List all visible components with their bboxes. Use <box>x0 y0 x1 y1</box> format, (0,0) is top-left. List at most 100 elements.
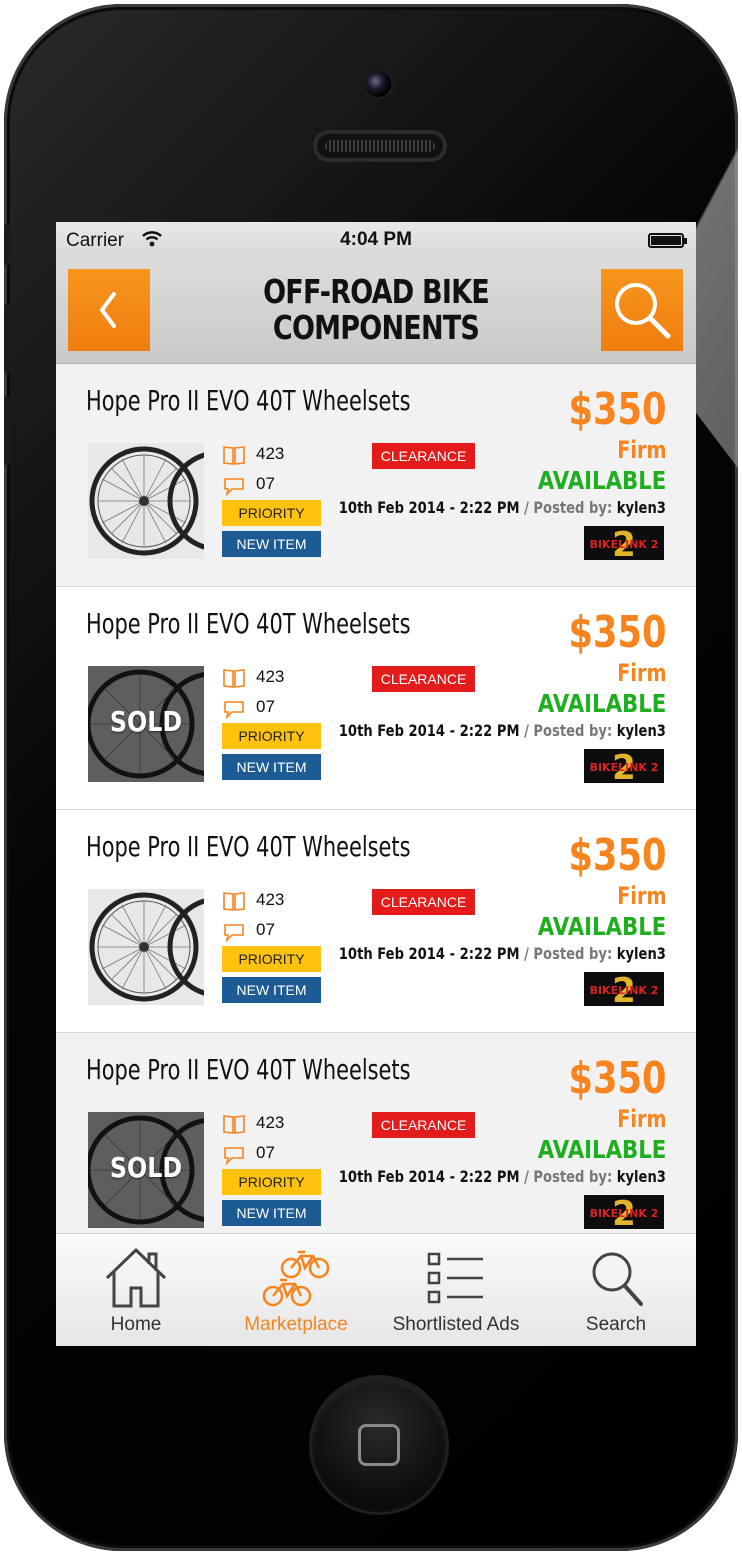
book-views-icon <box>223 446 245 465</box>
clearance-badge: CLEARANCE <box>372 889 475 915</box>
seller-name[interactable]: kylen3 <box>617 1167 666 1186</box>
listing-thumbnail[interactable]: SOLD <box>88 666 204 782</box>
availability-status: AVAILABLE <box>537 1135 666 1164</box>
tab-shortlisted-ads[interactable]: Shortlisted Ads <box>376 1234 536 1346</box>
posted-by-label: / Posted by: <box>524 498 613 517</box>
listing-thumbnail[interactable] <box>88 443 204 559</box>
seller-logo: 2 BIKELINK 2 <box>584 1195 664 1229</box>
listing-title: Hope Pro II EVO 40T Wheelsets <box>86 607 411 640</box>
listing-thumbnail[interactable] <box>88 889 204 1005</box>
tab-marketplace[interactable]: Marketplace <box>216 1234 376 1346</box>
listing-item[interactable]: Hope Pro II EVO 40T Wheelsets SOLD 423 0… <box>56 587 696 810</box>
page-title-line2: COMPONENTS <box>272 308 480 347</box>
comment-icon <box>224 701 244 720</box>
front-camera <box>365 71 391 97</box>
clearance-badge: CLEARANCE <box>372 1112 475 1138</box>
book-views-icon <box>223 1115 245 1134</box>
bicycles-icon <box>262 1250 330 1307</box>
listing-price: $350 <box>568 1053 666 1104</box>
listing-item[interactable]: Hope Pro II EVO 40T Wheelsets 423 07 PRI… <box>56 364 696 587</box>
posted-info: 10th Feb 2014 - 2:22 PM / Posted by: kyl… <box>339 498 666 517</box>
home-button[interactable] <box>312 1378 446 1512</box>
views-count: 423 <box>256 890 285 909</box>
views-count: 423 <box>256 1113 285 1132</box>
posted-by-label: / Posted by: <box>524 721 613 740</box>
volume-down-button <box>4 396 10 466</box>
house-icon <box>105 1248 167 1308</box>
posted-date: 10th Feb 2014 - 2:22 PM <box>338 721 520 740</box>
seller-logo: 2 BIKELINK 2 <box>584 972 664 1006</box>
tab-search-label: Search <box>585 1314 647 1335</box>
listing-price: $350 <box>568 607 666 658</box>
chevron-left-icon <box>99 292 116 328</box>
listing-title: Hope Pro II EVO 40T Wheelsets <box>86 830 411 863</box>
new-item-badge: NEW ITEM <box>222 977 321 1003</box>
listing-thumbnail[interactable]: SOLD <box>88 1112 204 1228</box>
comments-count: 07 <box>256 1143 275 1162</box>
clearance-badge: CLEARANCE <box>372 443 475 469</box>
listing-list[interactable]: Hope Pro II EVO 40T Wheelsets 423 07 PRI… <box>56 364 696 1256</box>
availability-status: AVAILABLE <box>537 466 666 495</box>
price-note: Firm <box>616 882 666 910</box>
posted-by-label: / Posted by: <box>524 1167 613 1186</box>
tab-bar: Home Marketplace Shortlisted Ads Search <box>56 1233 696 1346</box>
search-icon <box>615 283 671 339</box>
volume-up-button <box>4 304 10 374</box>
priority-badge: PRIORITY <box>222 500 321 526</box>
new-item-badge: NEW ITEM <box>222 1200 321 1226</box>
seller-logo-text: BIKELINK 2 <box>590 538 659 551</box>
posted-info: 10th Feb 2014 - 2:22 PM / Posted by: kyl… <box>339 1167 666 1186</box>
nav-bar: OFF-ROAD BIKE COMPONENTS <box>56 260 696 364</box>
book-views-icon <box>223 669 245 688</box>
price-note: Firm <box>616 659 666 687</box>
page-title-line1: OFF-ROAD BIKE <box>263 272 490 311</box>
seller-name[interactable]: kylen3 <box>617 498 666 517</box>
status-bar: Carrier 4:04 PM <box>56 222 696 260</box>
seller-logo: 2 BIKELINK 2 <box>584 749 664 783</box>
tab-marketplace-label: Marketplace <box>244 1314 348 1335</box>
listing-item[interactable]: Hope Pro II EVO 40T Wheelsets SOLD 423 0… <box>56 1033 696 1256</box>
book-views-icon <box>223 892 245 911</box>
wheelset-photo <box>88 443 204 559</box>
new-item-badge: NEW ITEM <box>222 531 321 557</box>
tab-search[interactable]: Search <box>536 1234 696 1346</box>
posted-by-label: / Posted by: <box>524 944 613 963</box>
comments-count: 07 <box>256 697 275 716</box>
app-screen: Carrier 4:04 PM OFF-ROAD BIKE COMPONENTS <box>56 222 696 1346</box>
views-count: 423 <box>256 667 285 686</box>
posted-date: 10th Feb 2014 - 2:22 PM <box>338 1167 520 1186</box>
tab-home-label: Home <box>110 1314 162 1335</box>
magnifier-icon <box>592 1252 643 1306</box>
battery-icon <box>648 233 687 248</box>
seller-logo: 2 BIKELINK 2 <box>584 526 664 560</box>
seller-logo-text: BIKELINK 2 <box>590 1207 659 1220</box>
listing-item[interactable]: Hope Pro II EVO 40T Wheelsets 423 07 PRI… <box>56 810 696 1033</box>
listing-title: Hope Pro II EVO 40T Wheelsets <box>86 384 411 417</box>
availability-status: AVAILABLE <box>537 912 666 941</box>
new-item-badge: NEW ITEM <box>222 754 321 780</box>
comment-icon <box>224 478 244 497</box>
availability-status: AVAILABLE <box>537 689 666 718</box>
listing-price: $350 <box>568 830 666 881</box>
comment-icon <box>224 924 244 943</box>
tab-home[interactable]: Home <box>56 1234 216 1346</box>
comments-count: 07 <box>256 474 275 493</box>
posted-date: 10th Feb 2014 - 2:22 PM <box>338 498 520 517</box>
seller-name[interactable]: kylen3 <box>617 721 666 740</box>
mute-switch <box>4 224 10 266</box>
checklist-icon <box>427 1252 483 1304</box>
search-button[interactable] <box>601 269 683 351</box>
listing-price: $350 <box>568 384 666 435</box>
sold-overlay: SOLD <box>109 1151 183 1184</box>
back-button[interactable] <box>68 269 150 351</box>
views-count: 423 <box>256 444 285 463</box>
seller-name[interactable]: kylen3 <box>617 944 666 963</box>
comment-icon <box>224 1147 244 1166</box>
page-title: OFF-ROAD BIKE COMPONENTS <box>228 274 523 346</box>
comments-count: 07 <box>256 920 275 939</box>
price-note: Firm <box>616 436 666 464</box>
posted-info: 10th Feb 2014 - 2:22 PM / Posted by: kyl… <box>339 721 666 740</box>
posted-date: 10th Feb 2014 - 2:22 PM <box>338 944 520 963</box>
posted-info: 10th Feb 2014 - 2:22 PM / Posted by: kyl… <box>339 944 666 963</box>
clearance-badge: CLEARANCE <box>372 666 475 692</box>
